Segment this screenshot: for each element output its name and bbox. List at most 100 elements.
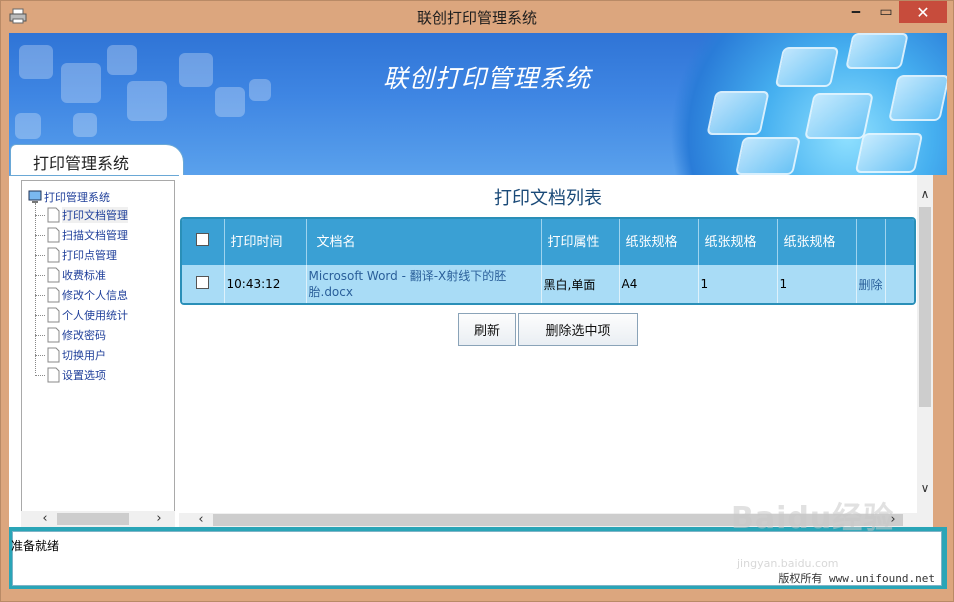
banner-decoration xyxy=(19,45,53,79)
select-all-checkbox[interactable] xyxy=(196,232,210,246)
banner-tile xyxy=(804,93,874,139)
document-grid: 打印时间 文档名 打印属性 纸张规格 纸张规格 纸张规格 10:43:12 Mi… xyxy=(180,217,916,305)
tree-connector xyxy=(35,274,45,276)
tree-connector xyxy=(35,334,45,336)
banner-decoration xyxy=(15,113,41,139)
column-header-doc-name[interactable]: 文档名 xyxy=(306,219,542,265)
tree-item-label: 切换用户 xyxy=(62,349,106,362)
window-title: 联创打印管理系统 xyxy=(416,9,537,27)
close-button[interactable]: ✕ xyxy=(899,1,947,23)
column-header-filler xyxy=(885,219,914,265)
banner-decoration xyxy=(61,63,101,103)
table-row[interactable]: 10:43:12 Microsoft Word - 翻译-X射线下的胚胎.doc… xyxy=(182,265,914,303)
banner-tile xyxy=(774,47,840,87)
document-table: 打印时间 文档名 打印属性 纸张规格 纸张规格 纸张规格 10:43:12 Mi… xyxy=(182,219,914,303)
content-panel: 打印文档列表 打印时间 文档名 打印属性 纸张规格 纸张规格 纸张规格 10:4… xyxy=(179,175,917,513)
cell-doc-name: Microsoft Word - 翻译-X射线下的胚胎.docx xyxy=(306,265,542,303)
banner-decoration xyxy=(73,113,97,137)
tree-connector xyxy=(35,254,45,256)
status-text: 准备就绪 xyxy=(11,539,60,553)
scroll-left-icon[interactable]: ‹ xyxy=(193,513,209,527)
cell-filler xyxy=(885,265,914,303)
cell-paper-size: A4 xyxy=(619,265,699,303)
banner-tile xyxy=(734,137,802,175)
document-icon xyxy=(47,287,60,303)
navigation-panel: 打印管理系统 打印文档管理 扫描文档管理 打印点管理 收费标准 修改个人信息 个… xyxy=(9,175,187,537)
minimize-icon: 🗕 xyxy=(851,3,861,19)
scrollbar-thumb[interactable] xyxy=(57,513,129,525)
banner-decoration xyxy=(249,79,271,101)
row-checkbox[interactable] xyxy=(196,276,210,289)
scrollbar-thumb[interactable] xyxy=(919,207,931,407)
watermark-url: jingyan.baidu.com xyxy=(737,557,839,570)
tree-item-scan-docs[interactable]: 扫描文档管理 xyxy=(35,225,128,245)
tree-connector xyxy=(35,214,45,216)
tree-root[interactable]: 打印管理系统 xyxy=(28,189,110,205)
banner-tile xyxy=(845,33,909,69)
navigation-tree[interactable]: 打印管理系统 打印文档管理 扫描文档管理 打印点管理 收费标准 修改个人信息 个… xyxy=(21,180,175,513)
maximize-button[interactable]: ▭ xyxy=(873,1,899,23)
close-icon: ✕ xyxy=(916,2,930,22)
select-all-cell xyxy=(182,219,225,265)
document-icon xyxy=(47,327,60,343)
tree-horizontal-scrollbar[interactable]: ‹ › xyxy=(21,511,175,527)
tree-item-switch-user[interactable]: 切换用户 xyxy=(35,345,106,365)
delete-selected-button[interactable]: 删除选中项 xyxy=(518,313,638,346)
tree-root-label: 打印管理系统 xyxy=(44,191,110,204)
column-header-paper-size[interactable]: 纸张规格 xyxy=(619,219,699,265)
tab-print-management[interactable]: 打印管理系统 xyxy=(10,144,184,175)
banner-tile xyxy=(854,133,924,173)
tree-connector xyxy=(35,314,45,316)
scroll-left-icon[interactable]: ‹ xyxy=(37,511,53,527)
maximize-icon: ▭ xyxy=(879,4,893,20)
tree-item-usage-stats[interactable]: 个人使用统计 xyxy=(35,305,128,325)
row-select-cell xyxy=(182,265,225,303)
banner-decoration xyxy=(107,45,137,75)
column-header-paper-size-2[interactable]: 纸张规格 xyxy=(698,219,778,265)
tree-item-change-password[interactable]: 修改密码 xyxy=(35,325,106,345)
app-window: 联创打印管理系统 🗕 ▭ ✕ 联创打印管理系统 打印管理系统 打印管理系统 打印… xyxy=(0,0,954,602)
tree-item-fees[interactable]: 收费标准 xyxy=(35,265,106,285)
column-header-print-time[interactable]: 打印时间 xyxy=(224,219,307,265)
tree-item-label: 修改个人信息 xyxy=(62,289,128,302)
banner-decoration xyxy=(215,87,245,117)
document-icon xyxy=(47,247,60,263)
tree-item-settings[interactable]: 设置选项 xyxy=(35,365,106,385)
tree-connector xyxy=(35,234,45,236)
tree-item-print-points[interactable]: 打印点管理 xyxy=(35,245,117,265)
banner-tile xyxy=(888,75,947,121)
cell-paper-size-3: 1 xyxy=(777,265,857,303)
tree-connector xyxy=(35,374,45,376)
minimize-button[interactable]: 🗕 xyxy=(839,1,873,23)
delete-link[interactable]: 删除 xyxy=(856,265,886,303)
tree-item-label: 扫描文档管理 xyxy=(62,229,128,242)
tree-item-label: 打印文档管理 xyxy=(62,207,128,223)
tree-item-label: 设置选项 xyxy=(62,369,106,382)
cell-print-time: 10:43:12 xyxy=(224,265,307,303)
scroll-right-icon[interactable]: › xyxy=(151,511,167,527)
list-title: 打印文档列表 xyxy=(494,188,602,209)
scroll-up-icon[interactable]: ∧ xyxy=(917,187,933,201)
document-icon xyxy=(47,367,60,383)
cell-paper-size-2: 1 xyxy=(698,265,778,303)
tree-item-print-docs[interactable]: 打印文档管理 xyxy=(35,205,128,225)
document-icon xyxy=(47,307,60,323)
banner-tile xyxy=(706,91,770,135)
tab-label: 打印管理系统 xyxy=(33,154,130,173)
document-icon xyxy=(47,227,60,243)
content-vertical-scrollbar[interactable]: ∧ ∨ xyxy=(917,175,933,513)
document-icon xyxy=(47,267,60,283)
scroll-down-icon[interactable]: ∨ xyxy=(917,481,933,495)
tree-item-edit-profile[interactable]: 修改个人信息 xyxy=(35,285,128,305)
watermark: Baidu经验 xyxy=(731,501,895,536)
column-header-print-attr[interactable]: 打印属性 xyxy=(541,219,620,265)
tree-item-label: 修改密码 xyxy=(62,329,106,342)
title-bar[interactable]: 联创打印管理系统 🗕 ▭ ✕ xyxy=(1,1,953,33)
refresh-button[interactable]: 刷新 xyxy=(458,313,516,346)
tree-item-label: 收费标准 xyxy=(62,269,106,282)
column-header-paper-size-3[interactable]: 纸张规格 xyxy=(777,219,857,265)
tree-connector xyxy=(35,294,45,296)
cell-print-attr: 黑白,单面 xyxy=(541,265,620,303)
banner-decoration xyxy=(127,81,167,121)
banner-decoration xyxy=(179,53,213,87)
